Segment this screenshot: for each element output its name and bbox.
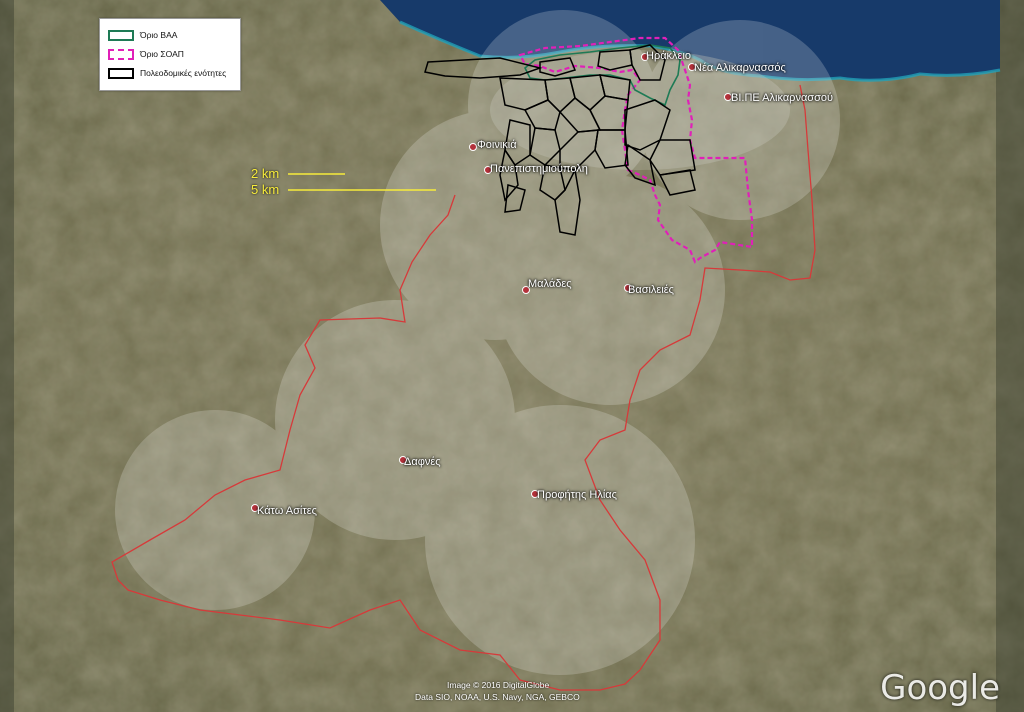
place-label-malades[interactable]: Μαλάδες <box>528 278 572 290</box>
legend-label: Όριο ΣΟΑΠ <box>140 49 184 59</box>
place-label-irakleio[interactable]: Ηράκλειο <box>646 50 691 62</box>
map-view[interactable]: Όριο ΒΑΑ Όριο ΣΟΑΠ Πολεοδομικές ενότητες… <box>0 0 1024 712</box>
baa-swatch <box>108 29 134 41</box>
place-label-kato-asites[interactable]: Κάτω Ασίτες <box>257 505 317 517</box>
satellite-imagery <box>0 0 1024 712</box>
legend-label: Όριο ΒΑΑ <box>140 30 178 40</box>
data-attribution: Data SIO, NOAA, U.S. Navy, NGA, GEBCO <box>415 692 580 702</box>
place-label-dafnes[interactable]: Δαφνές <box>404 456 441 468</box>
legend-item-soap: Όριο ΣΟΑΠ <box>108 46 184 62</box>
soap-swatch <box>108 48 134 60</box>
place-label-vipe-alikarnassou[interactable]: ΒΙ.ΠΕ Αλικαρνασσού <box>731 92 833 104</box>
legend-item-baa: Όριο ΒΑΑ <box>108 27 177 43</box>
place-label-profitis-ilias[interactable]: Προφήτης Ηλίας <box>537 489 617 501</box>
units-swatch <box>108 67 134 79</box>
place-label-vasileies[interactable]: Βασιλειές <box>628 284 674 296</box>
legend-item-units: Πολεοδομικές ενότητες <box>108 65 226 81</box>
legend-label: Πολεοδομικές ενότητες <box>140 68 227 78</box>
place-label-nea-alikarnassos[interactable]: Νέα Αλικαρνασσός <box>694 62 786 74</box>
place-label-foinikia[interactable]: Φοινικιά <box>477 139 517 151</box>
place-pin-foinikia[interactable] <box>469 143 477 151</box>
place-label-panepistimioupoli[interactable]: Πανεπιστημιούπολη <box>490 163 588 175</box>
imagery-attribution: Image © 2016 DigitalGlobe <box>447 680 550 690</box>
google-logo: Google <box>880 668 1000 708</box>
map-legend: Όριο ΒΑΑ Όριο ΣΟΑΠ Πολεοδομικές ενότητες <box>99 18 241 91</box>
scale-label-2km: 2 km <box>251 166 280 181</box>
scale-label-5km: 5 km <box>251 182 280 197</box>
